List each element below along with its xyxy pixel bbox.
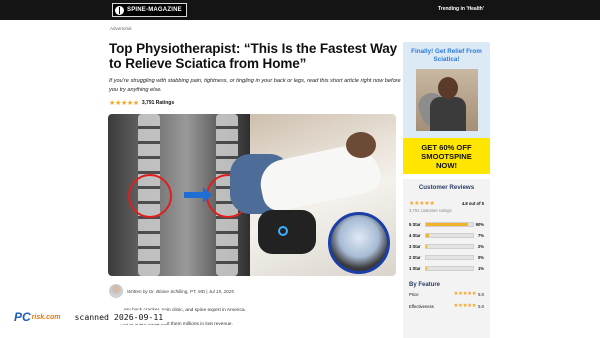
rating-count: 3,791 Ratings xyxy=(141,100,175,106)
feature-row-price: Price ★★★★★ 5.0 xyxy=(409,288,484,300)
promo-card: Finally! Get Relief From Sciatica! xyxy=(403,42,490,138)
rating-bar-row[interactable]: 1 Star 1% xyxy=(409,263,484,274)
rating-stars-icon: ★★★★★ xyxy=(109,100,139,107)
overall-score: 4.8 out of 5 xyxy=(461,201,484,206)
bar-percent: 0% xyxy=(477,255,484,260)
reviews-title: Customer Reviews xyxy=(418,184,475,191)
cta-line: GET 60% OFF xyxy=(421,142,472,152)
top-bar: SPINE-MAGAZINE Trending in 'Health' xyxy=(0,0,600,20)
feature-stars-icon: ★★★★★ xyxy=(453,303,477,309)
bar-percent: 2% xyxy=(477,244,484,249)
author-avatar xyxy=(109,284,123,298)
bar-track xyxy=(425,233,474,238)
feature-row-effectiveness: Effectiveness ★★★★★ 5.0 xyxy=(409,300,484,312)
article-subhead: If you’re struggling with stabbing pain,… xyxy=(109,78,401,93)
feature-value: 5.0 xyxy=(478,291,484,297)
article-headline: Top Physiotherapist: “This Is the Fastes… xyxy=(109,41,398,71)
bar-label: 5 Star xyxy=(409,222,421,227)
bar-percent: 7% xyxy=(477,233,484,238)
rating-bar-row[interactable]: 4 Star 7% xyxy=(409,230,484,241)
rating-bar-row[interactable]: 2 Star 0% xyxy=(409,252,484,263)
massage-device-image xyxy=(258,210,316,254)
author-line: Written by Dr. Blaine Schilling, PT, MD … xyxy=(127,288,234,294)
feature-value: 5.0 xyxy=(478,303,484,309)
customer-reviews-panel: Customer Reviews ★★★★★ 4.8 out of 5 3,79… xyxy=(403,179,490,338)
cta-line: SMOOTSPINE xyxy=(421,151,472,161)
bar-track xyxy=(425,244,474,249)
overall-rating: ★★★★★ 4.8 out of 5 xyxy=(409,200,484,207)
site-logo[interactable]: SPINE-MAGAZINE xyxy=(112,3,187,17)
feature-name: Price xyxy=(409,291,419,297)
bar-fill xyxy=(426,245,427,248)
rating-bar-row[interactable]: 3 Star 2% xyxy=(409,241,484,252)
bar-percent: 1% xyxy=(477,266,484,271)
overall-stars-icon: ★★★★★ xyxy=(409,201,435,207)
bar-label: 1 Star xyxy=(409,266,421,271)
cta-discount-button[interactable]: GET 60% OFF SMOOTSPINE NOW! xyxy=(403,138,490,174)
feature-name: Effectiveness xyxy=(409,303,434,309)
sidebar-promo: Finally! Get Relief From Sciatica! GET 6… xyxy=(403,42,490,174)
watermark-overlay: PC risk.com scanned 2026-09-11 xyxy=(10,306,168,328)
promo-product-photo[interactable] xyxy=(415,69,478,131)
bar-label: 4 Star xyxy=(409,233,421,238)
pcrisk-logo: PC risk.com xyxy=(10,306,65,328)
bar-label: 3 Star xyxy=(409,244,421,249)
spine-logo-icon xyxy=(115,5,124,15)
bar-track xyxy=(425,222,474,227)
pcrisk-logo-risk: risk.com xyxy=(31,313,61,321)
bar-track xyxy=(425,266,474,271)
rating-breakdown: 5 Star 90% 4 Star 7% 3 Star 2% 2 Star 0%… xyxy=(409,219,484,274)
cta-line: NOW! xyxy=(435,160,458,170)
bar-track xyxy=(425,255,474,260)
site-logo-text: SPINE-MAGAZINE xyxy=(127,7,182,13)
bar-label: 2 Star xyxy=(409,255,421,260)
arrow-right-icon xyxy=(184,187,212,203)
bar-fill xyxy=(426,223,469,226)
mri-scan-image xyxy=(108,114,250,276)
promo-title: Finally! Get Relief From Sciatica! xyxy=(411,48,482,63)
advertorial-label: Advertorial xyxy=(110,26,132,31)
person-with-device-photo xyxy=(230,114,396,276)
device-closeup-inset xyxy=(328,212,390,274)
overall-count: 3,791 customer ratings xyxy=(409,208,452,213)
bar-fill xyxy=(426,234,430,237)
trending-label[interactable]: Trending in 'Health' xyxy=(438,6,484,12)
hero-image xyxy=(108,114,396,276)
scan-date-label: scanned 2026-09-11 xyxy=(70,310,168,324)
author-byline: Written by Dr. Blaine Schilling, PT, MD … xyxy=(109,284,234,298)
bar-percent: 90% xyxy=(475,222,484,227)
feature-stars-icon: ★★★★★ xyxy=(453,291,477,297)
article-rating: ★★★★★ 3,791 Ratings xyxy=(109,99,174,107)
herniation-circle-left xyxy=(128,174,172,218)
pcrisk-logo-pc: PC xyxy=(14,310,31,324)
rating-bar-row[interactable]: 5 Star 90% xyxy=(409,219,484,230)
